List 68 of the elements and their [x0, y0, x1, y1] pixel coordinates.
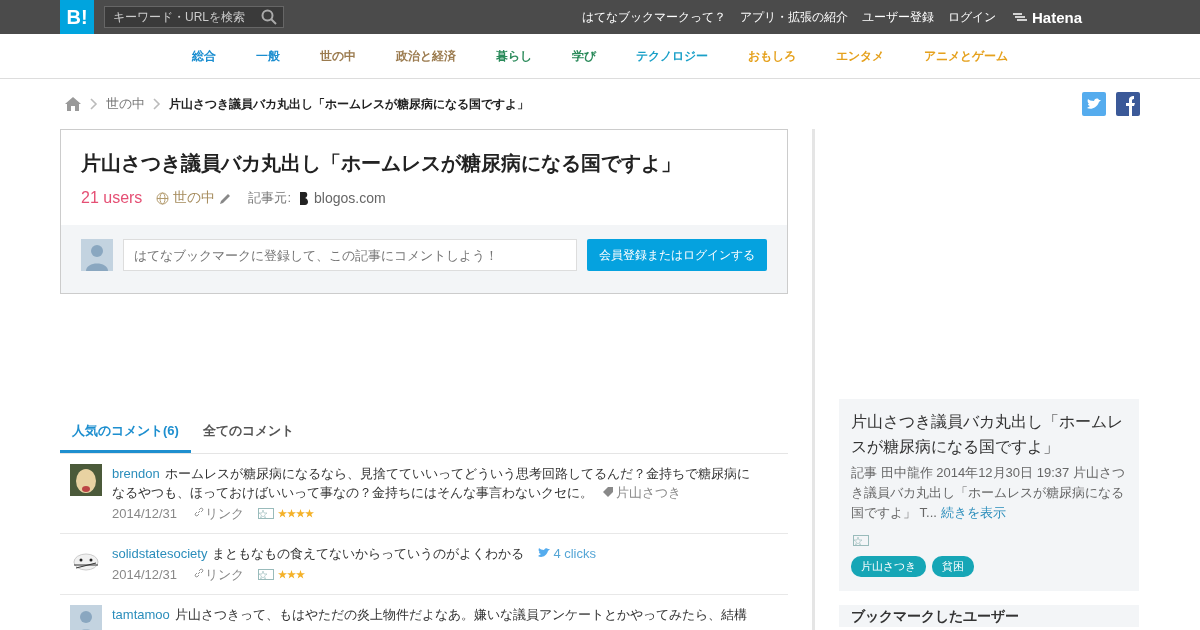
comment-tab[interactable]: 人気のコメント(6) — [60, 418, 191, 453]
header-link[interactable]: アプリ・拡張の紹介 — [739, 8, 848, 26]
comment-date[interactable]: 2014/12/31 — [112, 504, 178, 523]
category-link[interactable]: エンタメ — [836, 47, 884, 65]
tag-pill[interactable]: 貧困 — [932, 556, 974, 577]
comment-date[interactable]: 2014/12/31 — [112, 565, 178, 584]
twitter-icon — [538, 548, 551, 558]
star-icon — [296, 570, 306, 579]
link-icon — [193, 567, 206, 579]
category-link[interactable]: 世の中 — [173, 189, 216, 207]
comment-text: brendon ホームレスが糖尿病になるなら、見捨てていいってどういう思考回路してるんだ？金持ちで糖尿病になるやつも、ほっておけばいいって事なの？金持ちにはそんな事言わないクセに。 片山さつき — [112, 466, 750, 500]
globe-icon — [156, 191, 170, 205]
star-icon — [296, 509, 306, 518]
logo[interactable]: B! — [60, 0, 94, 34]
header-link[interactable]: ユーザー登録 — [861, 8, 934, 26]
category-link[interactable]: 学び — [572, 47, 596, 65]
category-link[interactable]: 一般 — [256, 47, 280, 65]
b-logo-icon — [299, 190, 310, 206]
link-icon — [193, 506, 206, 518]
pencil-icon[interactable] — [219, 191, 233, 205]
twitter-icon[interactable] — [1082, 92, 1106, 116]
source-link[interactable]: blogos.com — [314, 190, 386, 206]
star-icon — [278, 570, 288, 579]
chevron-icon — [90, 98, 98, 110]
home-icon[interactable] — [64, 96, 82, 112]
read-more-link[interactable]: 続きを表示 — [940, 505, 1006, 520]
clicks-link[interactable]: 4 clicks — [553, 546, 596, 561]
tag-link[interactable]: 片山さつき — [616, 485, 681, 500]
category-link[interactable]: 暮らし — [496, 47, 532, 65]
tag-pill[interactable]: 片山さつき — [851, 556, 926, 577]
star-icon — [287, 509, 297, 518]
entry-title[interactable]: 片山さつき議員バカ丸出し「ホームレスが糖尿病になる国ですよ」 — [81, 150, 767, 177]
source-label: 記事元: — [248, 189, 291, 207]
permalink[interactable]: リンク — [205, 567, 245, 582]
login-button[interactable]: 会員登録またはログインする — [587, 239, 767, 271]
category-link[interactable]: 総合 — [192, 47, 216, 65]
summary-title: 片山さつき議員バカ丸出し「ホームレスが糖尿病になる国ですよ」 — [851, 412, 1124, 457]
header-link[interactable]: はてなブックマークって？ — [581, 8, 726, 26]
avatar-icon — [81, 239, 113, 271]
users-count[interactable]: 21 users — [81, 189, 143, 207]
tag-icon — [603, 487, 613, 497]
category-link[interactable]: おもしろ — [748, 47, 796, 65]
header-link[interactable]: ログイン — [947, 8, 996, 26]
username-link[interactable]: brendon — [112, 466, 160, 481]
comment-text: tamtamoo 片山さつきって、もはやただの炎上物件だよなあ。嫌いな議員アンケートとかやってみたら、結構 — [112, 607, 747, 622]
username-link[interactable]: solidstatesociety — [112, 546, 208, 561]
breadcrumb-current: 片山さつき議員バカ丸出し「ホームレスが糖尿病になる国ですよ」 — [169, 95, 529, 113]
star-icon — [305, 509, 315, 518]
comment-tab[interactable]: 全てのコメント — [190, 418, 306, 453]
username-link[interactable]: tamtamoo — [112, 607, 170, 622]
search-field[interactable]: キーワード・URLを検索 — [104, 6, 284, 28]
comment-text: solidstatesociety まともなもの食えてないからっていうのがよくわかる — [112, 546, 525, 561]
avatar-icon[interactable] — [70, 605, 102, 630]
breadcrumb-link[interactable]: 世の中 — [106, 95, 145, 113]
category-link[interactable]: 世の中 — [320, 47, 356, 65]
comment-field[interactable]: はてなブックマークに登録して、この記事にコメントしよう！ — [123, 239, 577, 271]
brand-logo[interactable]: Hatena — [1031, 8, 1082, 26]
star-icon — [278, 509, 288, 518]
category-link[interactable]: テクノロジー — [636, 47, 708, 65]
facebook-icon[interactable] — [1116, 92, 1140, 116]
star-icon — [287, 570, 297, 579]
permalink[interactable]: リンク — [205, 506, 245, 521]
chevron-icon — [153, 98, 161, 110]
summary-text: 記事 田中龍作 2014年12月30日 19:37 片山さつき議員バカ丸出し「ホームレスが糖尿病になる国ですよ」 T... 続きを表示 — [851, 464, 1126, 522]
category-link[interactable]: 政治と経済 — [396, 47, 456, 65]
search-icon[interactable] — [261, 9, 277, 25]
category-link[interactable]: アニメとゲーム — [924, 47, 1008, 65]
section-heading: ブックマークしたユーザー — [851, 608, 1020, 624]
